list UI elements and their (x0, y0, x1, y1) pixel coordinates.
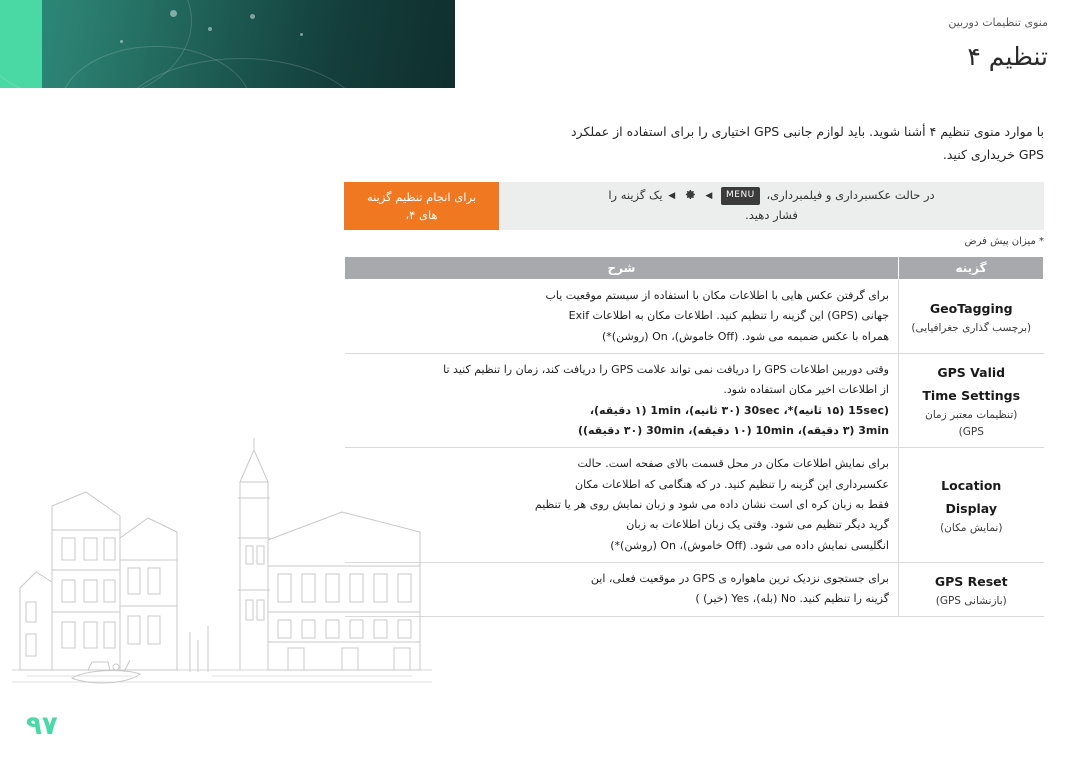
desc-line: عکسبرداری این گزینه را تنظیم کنید. در که… (575, 477, 889, 491)
banner-dot (250, 14, 255, 19)
row-description-geotagging: برای گرفتن عکس هایی با اطلاعات مکان با ا… (344, 279, 899, 355)
desc-line: وقتی دوربین اطلاعات GPS را دریافت نمی تو… (443, 363, 889, 377)
option-name-en-line-2: Display (945, 500, 998, 516)
table-head: گزینه شرح (344, 256, 1044, 280)
running-head: منوی تنظیمات دوربین (948, 16, 1048, 29)
option-name-en-line-2: Time Settings (922, 387, 1021, 403)
page-title: تنظیم ۴ (967, 42, 1048, 71)
row-option-location-display: Location Display (نمایش مکان) (898, 447, 1044, 564)
menu-path-line-1: در حالت عکسبرداری و فیلمبرداری، MENU ◀ ◀… (608, 186, 935, 206)
gear-icon (684, 188, 697, 201)
desc-line: انگلیسی نمایش داده می شود. (Off خاموش)، … (610, 538, 889, 552)
option-name-en-line-1: Location (941, 477, 1002, 493)
table-row: Location Display (نمایش مکان) برای نمایش… (344, 447, 1044, 564)
chevron-left-icon: ◀ (705, 191, 713, 202)
desc-line: گزینه را تنظیم کنید. No (بله)، Yes (خیر)… (695, 592, 889, 606)
column-header-option: گزینه (898, 256, 1044, 280)
page-number: ۹۷ (26, 711, 58, 741)
menu-path-label-line-1: برای انجام تنظیم گزینه (366, 189, 477, 204)
table-row: GeoTagging (برچسب گذاری جغرافیایی) برای … (344, 279, 1044, 355)
desc-line: برای نمایش اطلاعات مکان در محل قسمت بالا… (577, 457, 889, 471)
menu-path-line-2: فشار دهید. (745, 208, 798, 222)
desc-line: فقط به زبان کره ای است نشان داده می شود … (534, 498, 889, 512)
row-option-gps-reset: GPS Reset (بازنشانی GPS) (898, 562, 1044, 617)
option-name-fa: (بازنشانی GPS) (935, 594, 1007, 607)
intro-line-1: با موارد منوی تنظیم ۴ أشنا شوید. باید لو… (570, 124, 1044, 139)
decorative-banner (0, 0, 455, 88)
menu-button-chip[interactable]: MENU (721, 187, 760, 205)
option-name-fa: (نمایش مکان) (940, 521, 1003, 534)
table-row: GPS Reset (بازنشانی GPS) برای جستجوی نزد… (344, 562, 1044, 617)
intro-paragraph: با موارد منوی تنظیم ۴ أشنا شوید. باید لو… (344, 120, 1044, 166)
banner-dot (208, 27, 212, 31)
menu-path-steps: در حالت عکسبرداری و فیلمبرداری، MENU ◀ ◀… (499, 182, 1044, 230)
menu-path-label: برای انجام تنظیم گزینه های ۴، (344, 182, 499, 230)
menu-path-suffix: یک گزینه را (608, 188, 663, 203)
default-value-note: * میزان پیش فرض (964, 236, 1045, 247)
row-option-gps-valid-time-settings: GPS Valid Time Settings (تنظیمات معتبر ز… (898, 353, 1044, 449)
desc-line: برای گرفتن عکس هایی با اطلاعات مکان با ا… (545, 289, 889, 302)
option-name-en: GeoTagging (929, 300, 1013, 316)
table-body: GeoTagging (برچسب گذاری جغرافیایی) برای … (344, 279, 1044, 617)
option-name-fa-line-2: GPS) (958, 425, 984, 438)
option-name-en-line-1: GPS Valid (937, 364, 1006, 380)
desc-line: همراه با عکس ضمیمه می شود. (Off خاموش)، … (601, 329, 889, 343)
row-option-geotagging: GeoTagging (برچسب گذاری جغرافیایی) (898, 279, 1044, 355)
table-row: GPS Valid Time Settings (تنظیمات معتبر ز… (344, 353, 1044, 449)
desc-line: (15sec (۱۵ ثانیه)*، 30sec (۳۰ ثانیه)، 1m… (589, 403, 889, 417)
option-name-en: GPS Reset (934, 573, 1008, 589)
desc-line: 3min (۳ دقیقه)، 10min (۱۰ دقیقه)، 30min … (577, 424, 889, 438)
banner-dot (300, 33, 303, 36)
chevron-left-icon-2: ◀ (668, 191, 676, 202)
menu-path-prefix: در حالت عکسبرداری و فیلمبرداری، (766, 188, 935, 203)
city-line-art-illustration (12, 420, 432, 710)
desc-line: از اطلاعات اخیر مکان استفاده شود. (723, 383, 889, 397)
banner-swoosh (0, 0, 192, 88)
table-header-row: گزینه شرح (344, 256, 1044, 280)
menu-path-label-line-2: های ۴، (405, 208, 438, 222)
desc-line: گرید دیگر تنظیم می شود. وقتی یک زبان اطل… (626, 518, 889, 532)
desc-line: برای جستجوی نزدیک ترین ماهواره ی GPS در … (590, 572, 889, 586)
settings-table: گزینه شرح GeoTagging (برچسب گذاری جغرافی… (344, 256, 1044, 617)
column-header-description: شرح (344, 256, 899, 280)
option-name-fa: (برچسب گذاری جغرافیایی) (911, 321, 1032, 334)
option-name-fa-line-1: (تنظیمات معتبر زمان (925, 409, 1018, 422)
desc-line: جهانی (GPS) این گزینه را تنظیم کنید. اطل… (568, 309, 889, 323)
menu-path-callout: برای انجام تنظیم گزینه های ۴، در حالت عک… (344, 182, 1044, 230)
intro-line-2: GPS خریداری کنید. (942, 147, 1044, 163)
